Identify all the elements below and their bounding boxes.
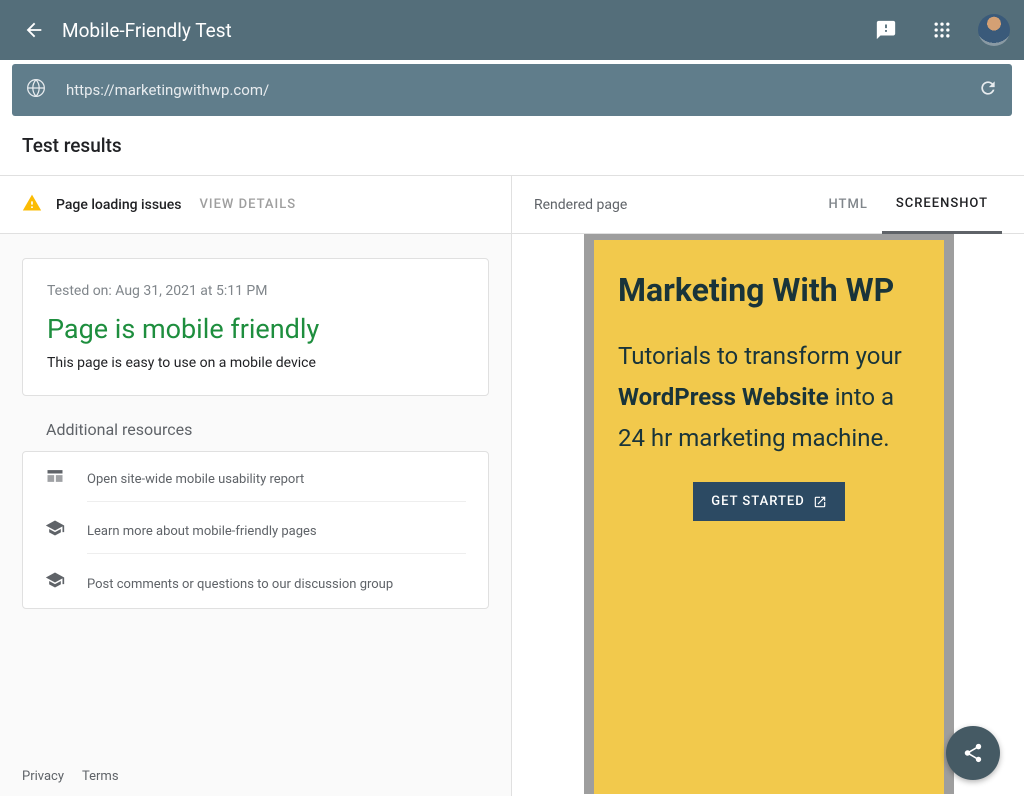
verdict-subtext: This page is easy to use on a mobile dev… <box>47 355 464 371</box>
verdict-heading: Page is mobile friendly <box>47 313 464 345</box>
apps-button[interactable] <box>922 10 962 50</box>
school-icon <box>45 518 65 542</box>
additional-label: Post comments or questions to our discus… <box>87 577 393 592</box>
reload-icon <box>978 78 998 98</box>
phone-frame: Marketing With WP Tutorials to transform… <box>584 234 954 794</box>
url-input[interactable]: https://marketingwithwp.com/ <box>66 81 978 99</box>
header-bar: Mobile-Friendly Test <box>0 0 1024 60</box>
additional-label: Learn more about mobile-friendly pages <box>87 524 317 539</box>
url-bar: https://marketingwithwp.com/ <box>12 64 1012 116</box>
privacy-link[interactable]: Privacy <box>22 769 64 784</box>
additional-row-discuss[interactable]: Post comments or questions to our discus… <box>23 556 488 608</box>
left-panel: Page loading issues VIEW DETAILS Tested … <box>0 176 512 796</box>
additional-card: Open site-wide mobile usability report L… <box>22 451 489 609</box>
additional-row-learn[interactable]: Learn more about mobile-friendly pages <box>23 504 488 556</box>
body: Page loading issues VIEW DETAILS Tested … <box>0 176 1024 796</box>
phone-screen: Marketing With WP Tutorials to transform… <box>594 240 944 794</box>
tab-bar: Rendered page HTML SCREENSHOT <box>512 176 1024 234</box>
arrow-back-icon <box>23 19 45 41</box>
issue-bar: Page loading issues VIEW DETAILS <box>0 176 511 234</box>
additional-title: Additional resources <box>46 420 489 439</box>
school-icon <box>45 570 65 594</box>
tested-on: Tested on: Aug 31, 2021 at 5:11 PM <box>47 283 464 299</box>
feedback-button[interactable] <box>866 10 906 50</box>
tab-screenshot[interactable]: SCREENSHOT <box>882 176 1002 234</box>
back-button[interactable] <box>14 10 54 50</box>
view-details-link[interactable]: VIEW DETAILS <box>200 197 297 212</box>
page-title: Mobile-Friendly Test <box>62 19 866 42</box>
additional-label: Open site-wide mobile usability report <box>87 472 304 487</box>
right-panel: Rendered page HTML SCREENSHOT Marketing … <box>512 176 1024 796</box>
share-icon <box>962 742 984 764</box>
terms-link[interactable]: Terms <box>82 769 119 784</box>
warning-icon <box>22 193 42 217</box>
globe-icon <box>26 78 46 102</box>
header-actions <box>866 10 1010 50</box>
result-card: Tested on: Aug 31, 2021 at 5:11 PM Page … <box>22 258 489 396</box>
rendered-page-title: Rendered page <box>534 197 815 213</box>
apps-icon <box>932 20 952 40</box>
reload-button[interactable] <box>978 78 998 102</box>
preview-cta-button: GET STARTED <box>693 482 845 521</box>
footer-links: Privacy Terms <box>22 769 119 784</box>
share-fab[interactable] <box>946 726 1000 780</box>
preview-subtitle: Tutorials to transform your WordPress We… <box>618 336 920 458</box>
section-title: Test results <box>22 134 1002 157</box>
preview-cta-label: GET STARTED <box>711 494 805 509</box>
report-icon <box>45 466 65 490</box>
section-header: Test results <box>0 116 1024 176</box>
open-in-new-icon <box>813 495 827 509</box>
feedback-icon <box>875 19 897 41</box>
preview-viewport: Marketing With WP Tutorials to transform… <box>512 234 1024 794</box>
additional-row-report[interactable]: Open site-wide mobile usability report <box>23 452 488 504</box>
preview-title: Marketing With WP <box>618 270 920 310</box>
issue-text: Page loading issues <box>56 197 182 213</box>
avatar[interactable] <box>978 14 1010 46</box>
tab-html[interactable]: HTML <box>815 176 882 234</box>
